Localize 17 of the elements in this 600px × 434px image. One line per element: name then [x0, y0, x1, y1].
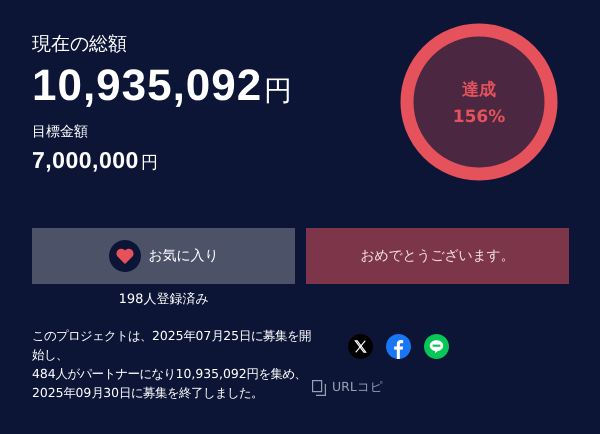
- favorite-count: 198人登録済み: [118, 291, 208, 308]
- total-label: 現在の総額: [32, 32, 128, 57]
- achievement-label: 達成: [462, 78, 496, 100]
- achievement-percent: 156%: [452, 106, 506, 126]
- x-share-icon[interactable]: [348, 334, 373, 359]
- chat-share-icon[interactable]: [424, 334, 449, 359]
- goal-label: 目標金額: [32, 123, 89, 141]
- goal-amount: 7,000,000: [32, 147, 139, 174]
- congrats-button[interactable]: おめでとうございます。: [306, 228, 569, 284]
- project-description: このプロジェクトは、2025年07月25日に募集を開始し、 484人がパートナーになり10,935,092円を集め、 2025年09月30日に募集を終了しました。: [32, 327, 312, 402]
- copy-icon: [312, 380, 326, 396]
- facebook-share-icon[interactable]: [386, 334, 411, 359]
- url-copy-button[interactable]: URLコピ: [312, 379, 383, 396]
- total-amount: 10,935,092: [32, 61, 262, 111]
- currency-unit: 円: [264, 73, 292, 109]
- currency-unit: 円: [140, 152, 158, 174]
- favorite-button[interactable]: お気に入り: [32, 228, 295, 284]
